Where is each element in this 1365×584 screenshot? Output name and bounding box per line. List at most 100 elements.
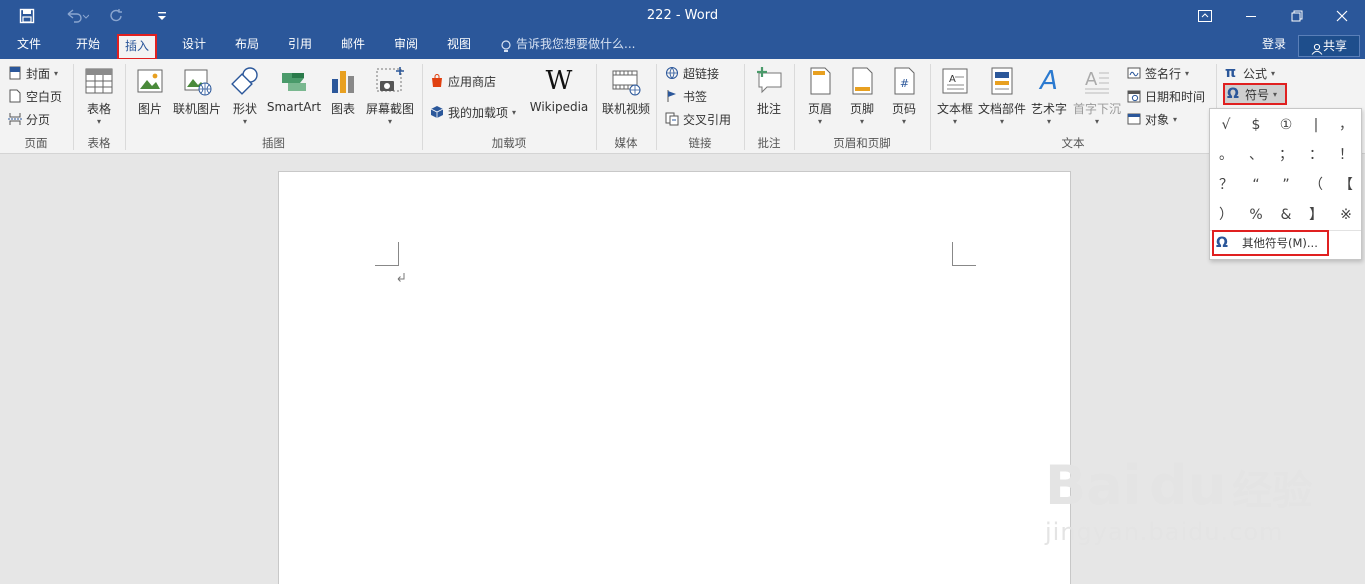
signature-line-button[interactable]: 签名行 ▾: [1127, 63, 1189, 83]
lightbulb-icon: [500, 38, 512, 52]
screenshot-button[interactable]: 屏幕截图 ▾: [363, 65, 417, 127]
symbol-cell[interactable]: |: [1301, 110, 1331, 140]
smartart-button[interactable]: SmartArt: [266, 65, 322, 114]
store-label: 应用商店: [448, 74, 497, 89]
my-addins-button[interactable]: 我的加载项 ▾: [430, 102, 516, 122]
share-button[interactable]: 共享: [1298, 35, 1360, 57]
tab-home[interactable]: 开始: [64, 32, 112, 59]
symbol-cell[interactable]: ；: [1271, 140, 1301, 170]
symbol-cell[interactable]: √: [1211, 110, 1241, 140]
tab-design[interactable]: 设计: [170, 32, 218, 59]
symbol-cell[interactable]: ，: [1331, 110, 1361, 140]
group-label-header-footer: 页眉和页脚: [833, 136, 891, 150]
pictures-button[interactable]: 图片: [131, 65, 169, 117]
footer-button[interactable]: 页脚 ▾: [844, 65, 880, 127]
symbol-cell[interactable]: ？: [1211, 170, 1241, 200]
symbol-cell[interactable]: &: [1271, 200, 1301, 230]
symbol-cell[interactable]: （: [1301, 170, 1331, 200]
symbol-cell[interactable]: “: [1241, 170, 1271, 200]
tell-me-box[interactable]: 告诉我您想要做什么...: [500, 32, 635, 59]
new-comment-button[interactable]: 批注: [750, 65, 788, 117]
header-button[interactable]: 页眉 ▾: [802, 65, 838, 127]
text-box-icon: A: [939, 65, 971, 97]
cross-reference-label: 交叉引用: [683, 112, 732, 127]
symbol-cell[interactable]: ：: [1301, 140, 1331, 170]
document-page[interactable]: [278, 171, 1071, 584]
hyperlink-icon: [665, 66, 679, 80]
bookmark-label: 书签: [683, 89, 708, 104]
drop-cap-button[interactable]: A 首字下沉 ▾: [1071, 65, 1123, 127]
wordart-icon: A: [1040, 66, 1058, 96]
bookmark-icon: [665, 89, 679, 103]
group-label-addins: 加载项: [491, 136, 527, 150]
tab-view[interactable]: 视图: [435, 32, 483, 59]
group-label-text: 文本: [1061, 136, 1085, 150]
restore-icon[interactable]: [1274, 0, 1320, 32]
bookmark-button[interactable]: 书签: [665, 86, 707, 106]
calendar-icon: [1127, 89, 1141, 103]
baidu-watermark: Bai du 经验 jingyan.baidu.com: [1045, 458, 1312, 546]
symbol-cell[interactable]: 、: [1241, 140, 1271, 170]
equation-label: 公式: [1243, 66, 1268, 81]
tab-file[interactable]: 文件: [6, 32, 52, 59]
symbol-cell[interactable]: ）: [1211, 200, 1241, 230]
symbol-cell[interactable]: $: [1241, 110, 1271, 140]
symbol-cell[interactable]: %: [1241, 200, 1271, 230]
wordart-button[interactable]: A 艺术字 ▾: [1030, 65, 1068, 127]
object-button[interactable]: 对象 ▾: [1127, 109, 1177, 129]
symbol-cell[interactable]: ※: [1331, 200, 1361, 230]
chart-button[interactable]: 图表: [327, 65, 359, 117]
table-button[interactable]: 表格 ▾: [79, 65, 119, 127]
shapes-label: 形状: [232, 102, 257, 116]
online-video-button[interactable]: 联机视频: [600, 65, 652, 117]
cross-reference-button[interactable]: 交叉引用: [665, 109, 731, 129]
symbol-label: 符号: [1245, 87, 1270, 102]
picture-icon: [134, 65, 166, 97]
symbol-cell[interactable]: ①: [1271, 110, 1301, 140]
store-button[interactable]: 应用商店: [430, 71, 496, 91]
tab-review[interactable]: 审阅: [382, 32, 430, 59]
minimize-icon[interactable]: [1228, 0, 1274, 32]
text-box-button[interactable]: A 文本框 ▾: [935, 65, 975, 127]
paragraph-mark-icon: [397, 273, 405, 282]
equation-button[interactable]: π 公式 ▾: [1225, 63, 1275, 83]
symbol-cell[interactable]: 【: [1331, 170, 1361, 200]
online-pictures-button[interactable]: 联机图片: [171, 65, 223, 117]
page-break-button[interactable]: 分页: [8, 109, 50, 129]
shapes-button[interactable]: 形状 ▾: [227, 65, 263, 127]
margin-corner-top-right: [952, 242, 976, 266]
blank-page-label: 空白页: [26, 89, 63, 104]
symbol-button[interactable]: Ω 符号 ▾: [1223, 83, 1287, 105]
ribbon-display-options-icon[interactable]: [1182, 0, 1228, 32]
symbol-cell[interactable]: ！: [1331, 140, 1361, 170]
title-bar: 222 - Word: [0, 0, 1365, 32]
page-number-icon: #: [888, 65, 920, 97]
header-icon: [804, 65, 836, 97]
symbol-cell[interactable]: 。: [1211, 140, 1241, 170]
tell-me-text: 告诉我您想要做什么...: [516, 37, 636, 51]
wikipedia-button[interactable]: W Wikipedia: [528, 65, 590, 114]
quick-parts-button[interactable]: 文档部件 ▾: [977, 65, 1027, 127]
date-time-button[interactable]: 日期和时间: [1127, 86, 1205, 106]
tab-mailings[interactable]: 邮件: [329, 32, 377, 59]
symbol-cell[interactable]: ”: [1271, 170, 1301, 200]
screenshot-icon: [374, 65, 406, 97]
symbol-cell[interactable]: 】: [1301, 200, 1331, 230]
more-symbols-button[interactable]: Ω 其他符号(M)...: [1212, 230, 1329, 256]
quick-parts-icon: [986, 65, 1018, 97]
page-number-button[interactable]: # 页码 ▾: [886, 65, 922, 127]
tab-references[interactable]: 引用: [276, 32, 324, 59]
hyperlink-button[interactable]: 超链接: [665, 63, 719, 83]
page-number-label: 页码: [891, 102, 916, 116]
close-icon[interactable]: [1319, 0, 1365, 32]
online-video-icon: [610, 65, 642, 97]
sign-in-link[interactable]: 登录: [1262, 32, 1286, 59]
blank-page-button[interactable]: 空白页: [8, 86, 62, 106]
drop-cap-icon: A: [1081, 65, 1113, 97]
tab-insert[interactable]: 插入: [117, 34, 157, 60]
ribbon-tab-row: 文件 开始 插入 设计 布局 引用 邮件 审阅 视图 告诉我您想要做什么... …: [0, 32, 1365, 60]
wikipedia-icon: W: [545, 66, 573, 96]
tab-layout[interactable]: 布局: [223, 32, 271, 59]
cover-page-button[interactable]: 封面 ▾: [8, 63, 58, 83]
date-time-label: 日期和时间: [1145, 89, 1206, 104]
